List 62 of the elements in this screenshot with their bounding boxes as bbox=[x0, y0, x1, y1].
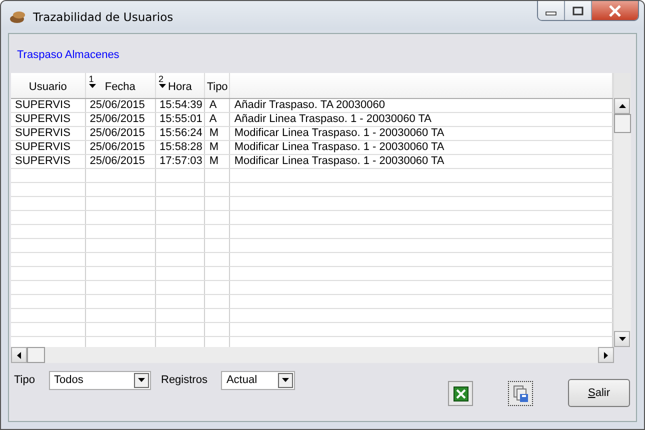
table-cell: SUPERVIS bbox=[15, 127, 70, 139]
dropdown-button[interactable] bbox=[134, 372, 149, 388]
sort-order: 1 bbox=[88, 74, 94, 84]
table-cell: SUPERVIS bbox=[15, 141, 70, 153]
table-cell: 25/06/2015 bbox=[90, 99, 145, 111]
exit-button[interactable]: Salir bbox=[568, 379, 630, 407]
close-icon bbox=[608, 4, 622, 16]
table-cell: M bbox=[209, 155, 219, 167]
table-cell: 15:54:39 bbox=[160, 99, 202, 111]
table-cell: 25/06/2015 bbox=[90, 155, 145, 167]
filter-label: Registros bbox=[161, 374, 208, 386]
table-cell: 17:57:03 bbox=[160, 155, 202, 167]
table-cell: SUPERVIS bbox=[15, 113, 70, 125]
spreadsheet-icon bbox=[452, 386, 468, 402]
table-cell: Modificar Linea Traspaso. 1 - 20030060 TA bbox=[234, 155, 444, 167]
maximize-button[interactable] bbox=[565, 1, 592, 20]
table-cell: M bbox=[209, 127, 219, 139]
spreadsheet-export-button[interactable] bbox=[448, 381, 473, 406]
table-cell: 25/06/2015 bbox=[90, 127, 145, 139]
table-cell: Modificar Linea Traspaso. 1 - 20030060 TA bbox=[234, 141, 444, 153]
filter-label: Tipo bbox=[14, 374, 35, 386]
caret-icon bbox=[282, 378, 290, 382]
dropdown-field[interactable]: Todos bbox=[49, 370, 151, 390]
scroll-right-icon[interactable] bbox=[598, 347, 614, 363]
column-header[interactable]: Hora bbox=[168, 81, 192, 93]
save-copy-button[interactable] bbox=[508, 381, 533, 406]
table-cell: 15:56:24 bbox=[160, 127, 202, 139]
table-cell: A bbox=[209, 113, 217, 125]
table-cell: Modificar Linea Traspaso. 1 - 20030060 TA bbox=[234, 127, 444, 139]
column-header[interactable]: Fecha bbox=[104, 81, 136, 93]
table-cell: 15:58:28 bbox=[160, 141, 202, 153]
section-link[interactable]: Traspaso Almacenes bbox=[17, 49, 120, 63]
scroll-left-icon[interactable] bbox=[11, 347, 27, 363]
app-icon bbox=[9, 9, 27, 25]
sort-down-icon bbox=[158, 84, 166, 88]
table-cell: 15:55:01 bbox=[160, 113, 202, 125]
table-cell: 25/06/2015 bbox=[90, 141, 145, 153]
copy-save-icon bbox=[512, 384, 528, 402]
dropdown-button[interactable] bbox=[278, 372, 294, 388]
close-button[interactable] bbox=[592, 1, 638, 20]
table-cell: 25/06/2015 bbox=[90, 113, 145, 125]
table-cell: Añadir Traspaso. TA 20030060 bbox=[234, 99, 385, 111]
table-cell: Añadir Linea Traspaso. 1 - 20030060 TA bbox=[234, 113, 432, 125]
column-header[interactable]: Tipo bbox=[206, 81, 228, 93]
scroll-thumb[interactable] bbox=[614, 114, 631, 133]
scroll-up-icon[interactable] bbox=[614, 98, 630, 114]
window-title: Trazabilidad de Usuarios bbox=[33, 10, 174, 24]
scroll-down-icon[interactable] bbox=[614, 331, 630, 347]
table-cell: A bbox=[209, 99, 217, 111]
table-cell: M bbox=[209, 141, 219, 153]
table-cell: SUPERVIS bbox=[15, 155, 70, 167]
minimize-button[interactable] bbox=[538, 1, 565, 20]
maximize-icon bbox=[572, 6, 584, 16]
vertical-scrollbar[interactable] bbox=[613, 73, 631, 347]
sort-order: 2 bbox=[158, 74, 164, 84]
scroll-thumb[interactable] bbox=[27, 347, 45, 363]
column-header[interactable]: Usuario bbox=[28, 81, 67, 93]
dropdown-field[interactable]: Actual bbox=[221, 370, 296, 390]
table-cell: SUPERVIS bbox=[15, 99, 70, 111]
horizontal-scrollbar[interactable] bbox=[11, 347, 614, 363]
caret-icon bbox=[138, 378, 145, 382]
sort-down-icon bbox=[88, 84, 96, 88]
